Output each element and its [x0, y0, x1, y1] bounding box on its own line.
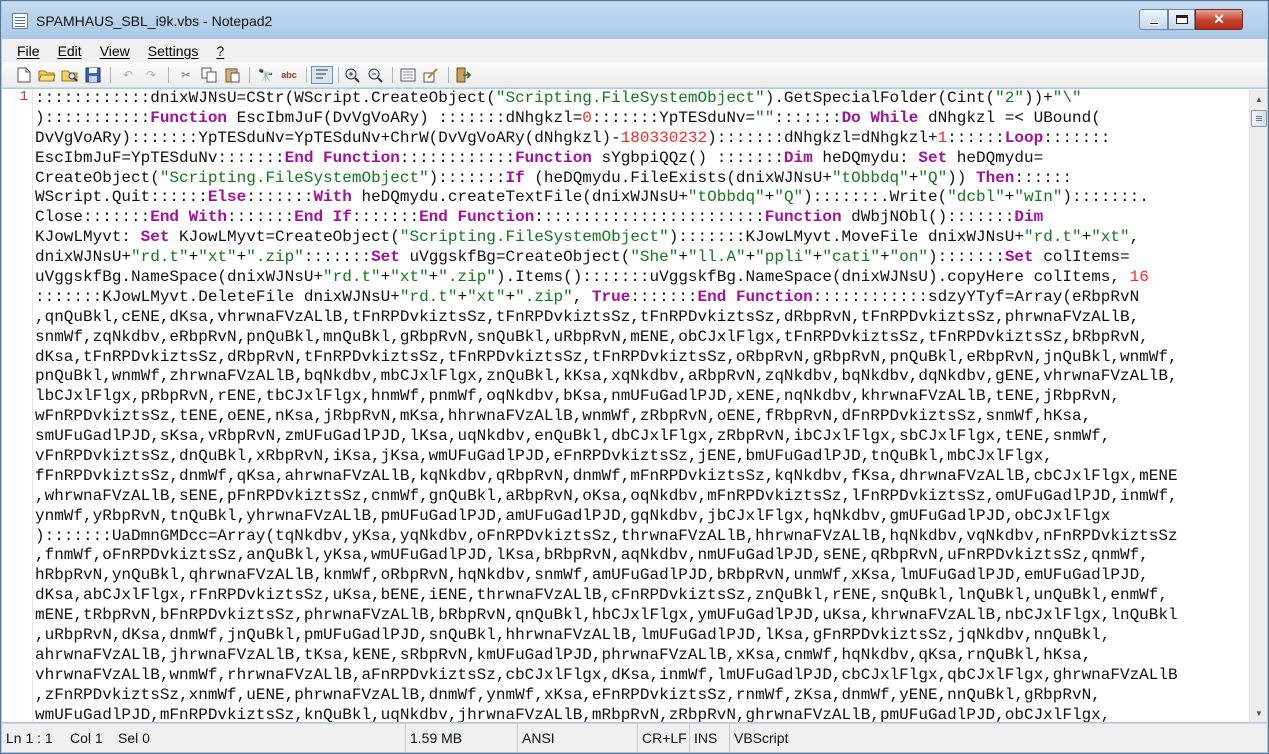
exit-icon[interactable] [454, 66, 472, 84]
redo-icon[interactable]: ↷ [142, 66, 160, 84]
code-area[interactable]: ::::::::::::dnixWJNsU=CStr(WScript.Creat… [35, 89, 1243, 722]
code-line: smUFuGadlPJD,sKsa,vRbpRvN,zmUFuGadlPJD,l… [35, 427, 1111, 446]
scroll-down-icon[interactable]: ▼ [1251, 705, 1267, 721]
undo-icon[interactable]: ↶ [119, 66, 137, 84]
window-title: SPAMHAUS_SBL_i9k.vbs - Notepad2 [36, 13, 273, 29]
code-line: DvVgVoARy):::::::YpTESduNv=YpTESduNv+Chr… [35, 128, 1111, 147]
code-line: pnQuBkl,wnmWf,zhrwnaFVzALlB,bqNkdbv,mbCJ… [35, 367, 1178, 386]
code-line: Close:::::::End With:::::::End If:::::::… [35, 208, 1044, 227]
new-file-icon[interactable] [15, 66, 33, 84]
code-line: ,qnQuBkl,cENE,dKsa,vhrwnaFVzALlB,tFnRPDv… [35, 307, 1140, 326]
code-line: ,fnmWf,oFnRPDvkiztsSz,anQuBkl,yKsa,wmUFu… [35, 546, 1149, 565]
notepad-icon[interactable] [12, 13, 28, 29]
zoom-out-icon[interactable] [366, 66, 384, 84]
code-line: EscIbmJuF=YpTESduNv:::::::End Function::… [35, 148, 1044, 167]
code-line: CreateObject("Scripting.FileSystemObject… [35, 168, 1072, 187]
status-lexer[interactable]: VBScript [730, 724, 850, 752]
toolbar-separator [168, 67, 169, 83]
code-line: wFnRPDvkiztsSz,tENE,oENE,nKsa,jRbpRvN,mK… [35, 407, 1092, 426]
menu-help[interactable]: ? [207, 43, 233, 59]
title-bar[interactable]: SPAMHAUS_SBL_i9k.vbs - Notepad2 ✕ [2, 2, 1267, 39]
paste-icon[interactable] [223, 66, 241, 84]
status-bar: Ln 1 : 1 Col 1 Sel 0 1.59 MB ANSI CR+LF … [2, 723, 1267, 752]
close-button[interactable]: ✕ [1195, 9, 1243, 30]
code-line: vFnRPDvkiztsSz,dnQuBkl,xRbpRvN,iKsa,jKsa… [35, 447, 1053, 466]
scroll-thumb[interactable] [1251, 110, 1267, 127]
menu-bar: File Edit View Settings ? [2, 39, 1267, 62]
scheme-icon[interactable] [399, 66, 417, 84]
code-line: fFnRPDvkiztsSz,dnmWf,qKsa,ahrwnaFVzALlB,… [35, 466, 1178, 485]
code-line: vhrwnaFVzALlB,wnmWf,rhrwnaFVzALlB,aFnRPD… [35, 665, 1178, 684]
code-line: ,whrwnaFVzALlB,sENE,pFnRPDvkiztsSz,cnmWf… [35, 486, 1178, 505]
app-window: SPAMHAUS_SBL_i9k.vbs - Notepad2 ✕ File E… [0, 0, 1269, 754]
menu-view[interactable]: View [91, 43, 139, 59]
code-line: mENE,tRbpRvN,bFnRPDvkiztsSz,phrwnaFVzALl… [35, 606, 1178, 625]
replace-icon[interactable]: abc [280, 66, 298, 84]
vertical-scrollbar[interactable]: ▲ ▼ [1249, 90, 1267, 722]
status-encoding[interactable]: ANSI [518, 724, 638, 752]
line-number-gutter: 1 [2, 89, 33, 722]
customize-schemes-icon[interactable] [422, 66, 440, 84]
code-line: hRbpRvN,ynQuBkl,qhrwnaFVzALlB,knmWf,oRbp… [35, 566, 1149, 585]
code-line: wmUFuGadlPJD,mFnRPDvkiztsSz,knQuBkl,uqNk… [35, 705, 1111, 722]
save-icon[interactable] [84, 66, 102, 84]
open-folder-icon[interactable] [38, 66, 56, 84]
code-line: dnixWJNsU+"rd.t"+"xt"+".zip":::::::Set u… [35, 248, 1130, 267]
menu-settings[interactable]: Settings [139, 43, 208, 59]
code-line: WScript.Quit::::::Else:::::::With heDQmy… [35, 188, 1149, 207]
text-editor[interactable]: 1 ::::::::::::dnixWJNsU=CStr(WScript.Cre… [2, 89, 1267, 722]
code-line: KJowLMyvt: Set KJowLMyvt=CreateObject("S… [35, 228, 1140, 247]
cut-icon[interactable]: ✂ [177, 66, 195, 84]
status-sel: Sel 0 [114, 724, 406, 752]
scroll-up-icon[interactable]: ▲ [1251, 91, 1267, 107]
code-line: ):::::::::::Function EscIbmJuF(DvVgVoARy… [35, 108, 1101, 127]
code-line: lbCJxlFlgx,pRbpRvN,rENE,tbCJxlFlgx,hnmWf… [35, 387, 1120, 406]
minimize-icon [1148, 22, 1159, 25]
find-icon[interactable]: 🔭 [257, 66, 275, 84]
toolbar-separator [249, 67, 250, 83]
code-line: ,zFnRPDvkiztsSz,xnmWf,uENE,phrwnaFVzALlB… [35, 685, 1101, 704]
code-line: snmWf,zqNkdbv,eRbpRvN,pnQuBkl,mnQuBkl,gR… [35, 327, 1149, 346]
word-wrap-icon[interactable] [311, 66, 333, 84]
browse-icon[interactable] [61, 66, 79, 84]
menu-edit[interactable]: Edit [49, 43, 91, 59]
code-line: ahrwnaFVzALlB,jhrwnaFVzALlB,tKsa,kENE,sR… [35, 645, 1092, 664]
status-eol[interactable]: CR+LF [638, 724, 690, 752]
toolbar-separator [110, 67, 111, 83]
maximize-button[interactable] [1168, 9, 1195, 30]
code-line: ynmWf,yRbpRvN,tnQuBkl,yhrwnaFVzALlB,pmUF… [35, 506, 1111, 525]
toolbar-separator [392, 67, 393, 83]
menu-file[interactable]: File [8, 43, 49, 59]
code-line: ,uRbpRvN,dKsa,dnmWf,jnQuBkl,pmUFuGadlPJD… [35, 626, 1111, 645]
toolbar-separator [338, 67, 339, 83]
minimize-button[interactable] [1139, 9, 1168, 30]
code-line: dKsa,abCJxlFlgx,rFnRPDvkiztsSz,uKsa,bENE… [35, 586, 1168, 605]
line-number: 1 [19, 89, 28, 105]
code-line: dKsa,tFnRPDvkiztsSz,dRbpRvN,tFnRPDvkizts… [35, 347, 1178, 366]
copy-icon[interactable] [200, 66, 218, 84]
code-line: ::::::::::::dnixWJNsU=CStr(WScript.Creat… [35, 89, 1082, 107]
code-line: ):::::::UaDmnGMDcc=Array(tqNkdbv,yKsa,yq… [35, 526, 1178, 545]
toolbar: ↶ ↷ ✂ 🔭 abc [2, 62, 1267, 88]
toolbar-separator [306, 67, 307, 83]
code-line: :::::::KJowLMyvt.DeleteFile dnixWJNsU+"r… [35, 287, 1140, 306]
status-size: 1.59 MB [406, 724, 518, 752]
close-icon: ✕ [1213, 11, 1225, 27]
zoom-in-icon[interactable] [343, 66, 361, 84]
toolbar-separator [448, 67, 449, 83]
status-ins[interactable]: INS [690, 724, 730, 752]
code-line: uVggskfBg.NameSpace(dnixWJNsU+"rd.t"+"xt… [35, 268, 1149, 287]
maximize-icon [1175, 15, 1188, 24]
